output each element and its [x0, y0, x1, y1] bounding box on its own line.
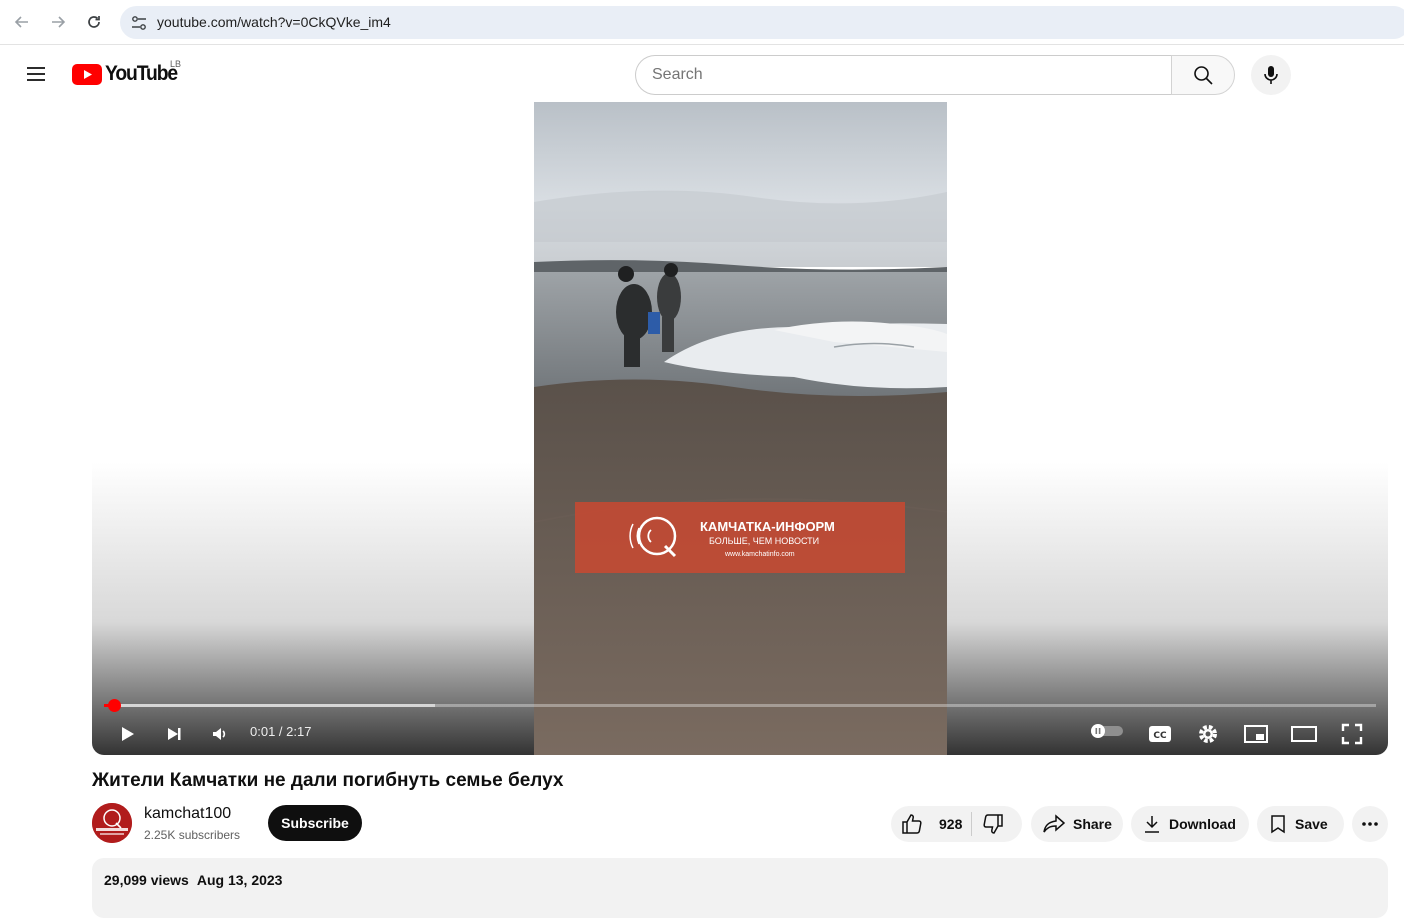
progress-bar[interactable] [104, 699, 1376, 712]
share-icon [1043, 814, 1065, 833]
more-actions-button[interactable] [1352, 806, 1388, 842]
search-button[interactable] [1171, 55, 1235, 95]
arrow-right-icon [52, 16, 66, 28]
subtitles-button[interactable]: CC [1142, 716, 1178, 752]
thumbs-down-icon [983, 814, 1003, 834]
microphone-icon [1264, 66, 1278, 84]
thumbs-up-icon [902, 814, 922, 834]
subscriber-count: 2.25K subscribers [144, 828, 241, 842]
search-icon [1194, 66, 1213, 85]
logo-wordmark: YouTube [105, 62, 178, 85]
more-horizontal-icon [1362, 822, 1378, 826]
watermark-site: www.kamchatinfo.com [725, 551, 795, 558]
like-count: 928 [939, 816, 963, 832]
channel-avatar[interactable] [92, 803, 132, 843]
address-bar[interactable]: youtube.com/watch?v=0CkQVke_im4 [120, 6, 1404, 39]
masthead: YouTube LB [0, 46, 1404, 102]
mute-button[interactable] [202, 716, 238, 752]
youtube-logo[interactable]: YouTube LB [72, 59, 183, 85]
autoplay-toggle[interactable] [1090, 723, 1124, 739]
view-date-line: 29,099 views Aug 13, 2023 [104, 872, 282, 888]
fullscreen-button[interactable] [1334, 716, 1370, 752]
miniplayer-icon [1244, 725, 1268, 743]
back-button[interactable] [10, 10, 34, 34]
svg-text:CC: CC [1153, 731, 1167, 741]
watermark-subtitle: БОЛЬШЕ, ЧЕМ НОВОСТИ [709, 536, 820, 546]
theater-mode-button[interactable] [1286, 716, 1322, 752]
save-label: Save [1295, 816, 1328, 832]
closed-captions-icon: CC [1149, 726, 1171, 742]
share-label: Share [1073, 816, 1112, 832]
dislike-button[interactable] [973, 806, 1021, 842]
country-code: LB [170, 59, 182, 69]
play-button[interactable] [109, 716, 145, 752]
guide-menu-button[interactable] [24, 62, 48, 86]
download-label: Download [1169, 816, 1236, 832]
channel-name[interactable]: kamchat100 [144, 805, 231, 823]
like-divider [971, 812, 972, 836]
skip-next-icon [168, 728, 181, 740]
watermark-title: КАМЧАТКА-ИНФОРМ [700, 519, 835, 534]
url-text[interactable]: youtube.com/watch?v=0CkQVke_im4 [157, 14, 391, 30]
fullscreen-icon [1341, 723, 1363, 745]
upload-date: Aug 13, 2023 [196, 872, 283, 888]
menu-icon [27, 67, 45, 81]
search-box[interactable] [635, 55, 1172, 95]
bookmark-icon [1271, 815, 1285, 834]
arrow-left-icon [14, 16, 28, 28]
browser-toolbar: youtube.com/watch?v=0CkQVke_im4 [0, 0, 1404, 45]
miniplayer-button[interactable] [1238, 716, 1274, 752]
voice-search-button[interactable] [1251, 55, 1291, 95]
video-scene-image [534, 102, 947, 755]
download-button[interactable]: Download [1131, 806, 1249, 842]
video-player[interactable]: КАМЧАТКА-ИНФОРМ БОЛЬШЕ, ЧЕМ НОВОСТИ www.… [92, 102, 1388, 755]
video-title: Жители Камчатки не дали погибнуть семье … [92, 770, 564, 791]
autoplay-toggle-icon [1091, 724, 1123, 738]
youtube-play-logo-icon [72, 63, 102, 85]
forward-button[interactable] [46, 10, 70, 34]
download-icon [1145, 816, 1159, 833]
save-button[interactable]: Save [1257, 806, 1344, 842]
next-button[interactable] [156, 716, 192, 752]
site-settings-icon[interactable] [130, 14, 148, 32]
search-input[interactable] [636, 56, 1172, 94]
video-frame[interactable]: КАМЧАТКА-ИНФОРМ БОЛЬШЕ, ЧЕМ НОВОСТИ www.… [534, 102, 947, 755]
volume-icon [213, 728, 226, 740]
settings-button[interactable] [1190, 716, 1226, 752]
time-display: 0:01 / 2:17 [250, 724, 312, 739]
progress-scrubber-handle[interactable] [107, 699, 121, 712]
channel-watermark: КАМЧАТКА-ИНФОРМ БОЛЬШЕ, ЧЕМ НОВОСТИ www.… [575, 502, 905, 573]
reload-button[interactable] [82, 10, 106, 34]
share-button[interactable]: Share [1031, 806, 1123, 842]
kamchatka-inform-logo-icon [629, 516, 677, 558]
like-dislike-group: 928 [891, 806, 1022, 842]
description-box[interactable]: 29,099 views Aug 13, 2023 [92, 858, 1388, 918]
channel-avatar-logo-icon [92, 803, 132, 843]
progress-buffered [104, 704, 435, 707]
like-button[interactable]: 928 [891, 806, 971, 842]
play-icon [122, 727, 134, 741]
reload-icon [88, 16, 100, 28]
theater-mode-icon [1291, 726, 1317, 742]
gear-icon [1199, 725, 1217, 743]
view-count: 29,099 views [104, 872, 189, 888]
subscribe-button[interactable]: Subscribe [268, 805, 362, 841]
